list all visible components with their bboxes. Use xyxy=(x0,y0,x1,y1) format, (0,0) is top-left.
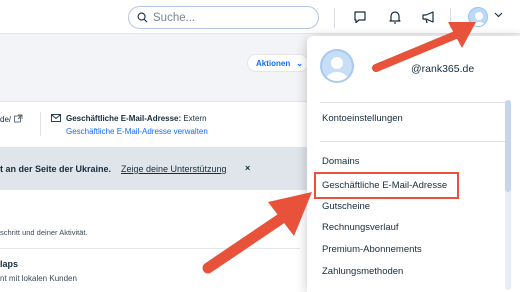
divider xyxy=(40,112,41,136)
menu-item-premium-subscriptions[interactable]: Premium-Abonnements xyxy=(322,244,422,255)
avatar[interactable] xyxy=(468,7,488,27)
chevron-down-icon: ⌄ xyxy=(296,58,303,68)
divider xyxy=(320,141,505,142)
highlight-box xyxy=(314,172,459,199)
account-dropdown: @rank365.de Kontoeinstellungen Domains G… xyxy=(307,36,520,292)
banner-close-button[interactable]: × xyxy=(245,163,250,173)
megaphone-icon[interactable] xyxy=(421,9,437,25)
divider xyxy=(320,102,505,103)
search-box[interactable] xyxy=(128,6,319,29)
divider xyxy=(450,8,451,28)
mail-icon xyxy=(51,114,61,122)
menu-item-account-settings[interactable]: Kontoeinstellungen xyxy=(322,113,403,124)
avatar xyxy=(320,49,354,83)
card-subtitle: nt mit lokalen Kunden xyxy=(0,274,77,283)
actions-button[interactable]: Aktionen ⌄ xyxy=(247,54,309,72)
external-link-icon[interactable] xyxy=(14,114,23,123)
email-status: Geschäftliche E-Mail-Adresse: Extern xyxy=(66,114,207,123)
banner-text: t an der Seite der Ukraine. xyxy=(0,164,112,174)
email-value: Extern xyxy=(183,114,207,123)
menu-item-billing-history[interactable]: Rechnungsverlauf xyxy=(322,222,399,233)
divider xyxy=(334,8,335,28)
menu-item-payment-methods[interactable]: Zahlungsmethoden xyxy=(322,266,403,277)
menu-item-vouchers[interactable]: Gutscheine xyxy=(322,201,370,212)
top-bar xyxy=(0,0,520,34)
bell-icon[interactable] xyxy=(387,9,403,25)
card-title: laps xyxy=(0,259,19,269)
scrollbar-thumb[interactable] xyxy=(505,100,511,192)
domain-fragment: de/ xyxy=(0,115,12,124)
email-label: Geschäftliche E-Mail-Adresse: xyxy=(66,114,182,123)
user-silhouette-icon xyxy=(326,57,348,81)
chat-icon[interactable] xyxy=(352,9,368,25)
menu-item-domains[interactable]: Domains xyxy=(322,156,360,167)
manage-email-link[interactable]: Geschäftliche E-Mail-Adresse verwalten xyxy=(66,127,208,136)
search-input[interactable] xyxy=(153,11,303,24)
banner-support-link[interactable]: Zeige deine Unterstützung xyxy=(121,164,227,174)
search-icon xyxy=(137,12,148,23)
chevron-down-icon[interactable] xyxy=(494,12,503,18)
activity-text: schritt und deiner Aktivität. xyxy=(0,228,88,237)
account-name: @rank365.de xyxy=(411,63,475,75)
user-silhouette-icon xyxy=(472,12,486,26)
actions-label: Aktionen xyxy=(256,58,291,68)
divider xyxy=(0,248,300,249)
